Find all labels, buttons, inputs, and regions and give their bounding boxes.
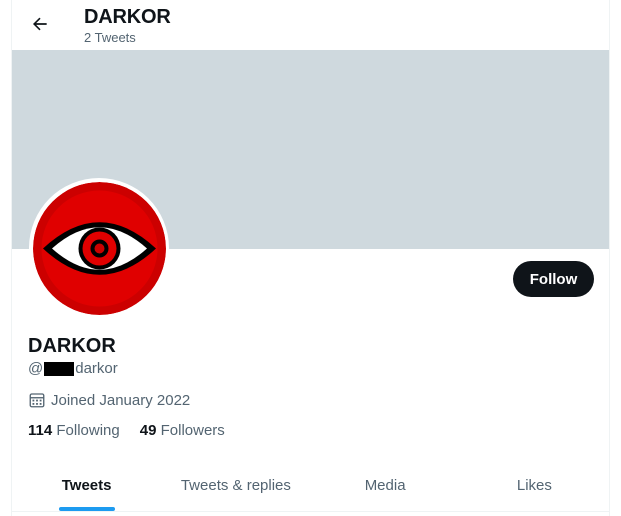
tab-tweets-replies[interactable]: Tweets & replies xyxy=(161,460,310,511)
followers-count: 49 xyxy=(139,422,157,439)
redaction-bar xyxy=(44,361,75,376)
profile-tabs: Tweets Tweets & replies Media Likes xyxy=(12,460,609,512)
display-name: DARKOR xyxy=(28,335,116,357)
followers-label: Followers xyxy=(160,422,225,439)
join-date-text: Joined January 2022 xyxy=(51,391,191,409)
tab-likes-label: Likes xyxy=(516,477,552,494)
following-link[interactable]: 114 Following xyxy=(28,422,120,439)
username: @ darkor xyxy=(28,360,118,377)
tab-tweets[interactable]: Tweets xyxy=(12,460,161,511)
profile-column: DARKOR 2 Tweets Follow DARKOR @ darkor J… xyxy=(11,0,610,516)
arrow-left-icon xyxy=(33,17,47,31)
page-title: DARKOR xyxy=(84,6,171,28)
handle-suffix: darkor xyxy=(75,360,118,377)
tab-likes[interactable]: Likes xyxy=(460,460,609,511)
eye-logo-icon xyxy=(32,181,166,315)
following-count: 114 xyxy=(28,422,53,439)
tweet-count: 2 Tweets xyxy=(84,30,136,45)
join-date: Joined January 2022 xyxy=(28,391,190,409)
follow-stats: 114 Following 49 Followers xyxy=(28,422,245,439)
avatar[interactable] xyxy=(29,178,169,318)
active-tab-indicator xyxy=(58,507,115,511)
followers-link[interactable]: 49 Followers xyxy=(140,422,225,439)
tab-media[interactable]: Media xyxy=(311,460,460,511)
tab-tweets-label: Tweets xyxy=(61,477,112,494)
tab-tweets-replies-label: Tweets & replies xyxy=(180,477,291,494)
following-label: Following xyxy=(56,422,120,439)
handle-prefix: @ xyxy=(28,360,44,377)
calendar-icon xyxy=(29,393,45,408)
follow-button[interactable]: Follow xyxy=(513,261,594,297)
top-bar: DARKOR 2 Tweets xyxy=(12,0,609,50)
back-button[interactable] xyxy=(28,12,52,36)
tab-media-label: Media xyxy=(364,477,406,494)
